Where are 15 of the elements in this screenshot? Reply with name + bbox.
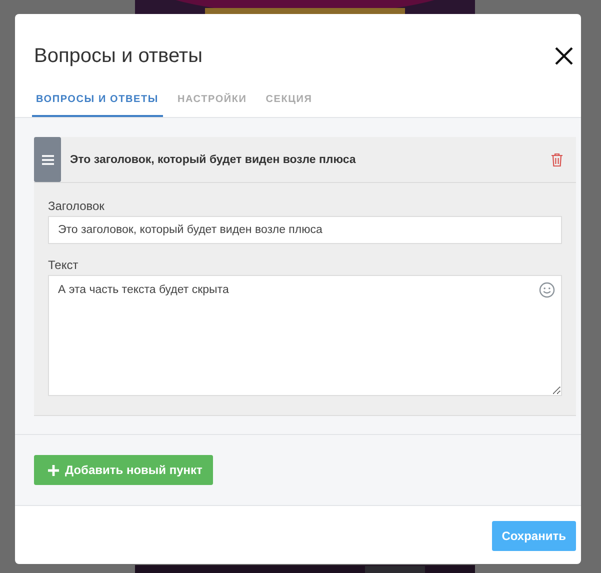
smiley-icon[interactable] <box>539 282 555 298</box>
item-title: Это заголовок, который будет виден возле плюса <box>70 154 357 166</box>
menu-icon[interactable] <box>34 137 61 182</box>
text-area[interactable]: А эта часть текста будет скрыта <box>48 275 562 396</box>
input-field[interactable]: Это заголовок, который будет виден возле плюса <box>48 216 562 244</box>
field-label: Заголовок <box>48 199 106 213</box>
save-button[interactable]: Сохранить <box>492 521 576 551</box>
dialog-title: Вопросы и ответы <box>34 44 202 68</box>
tab[interactable]: НАСТРОЙКИ <box>174 90 251 117</box>
trash-icon[interactable] <box>551 152 563 166</box>
tab[interactable]: СЕКЦИЯ <box>262 90 316 117</box>
field-label: Текст <box>48 258 80 272</box>
plus-icon <box>48 464 59 476</box>
close-icon[interactable] <box>555 47 573 65</box>
add-item-button[interactable]: Добавить новый пункт <box>34 455 214 485</box>
